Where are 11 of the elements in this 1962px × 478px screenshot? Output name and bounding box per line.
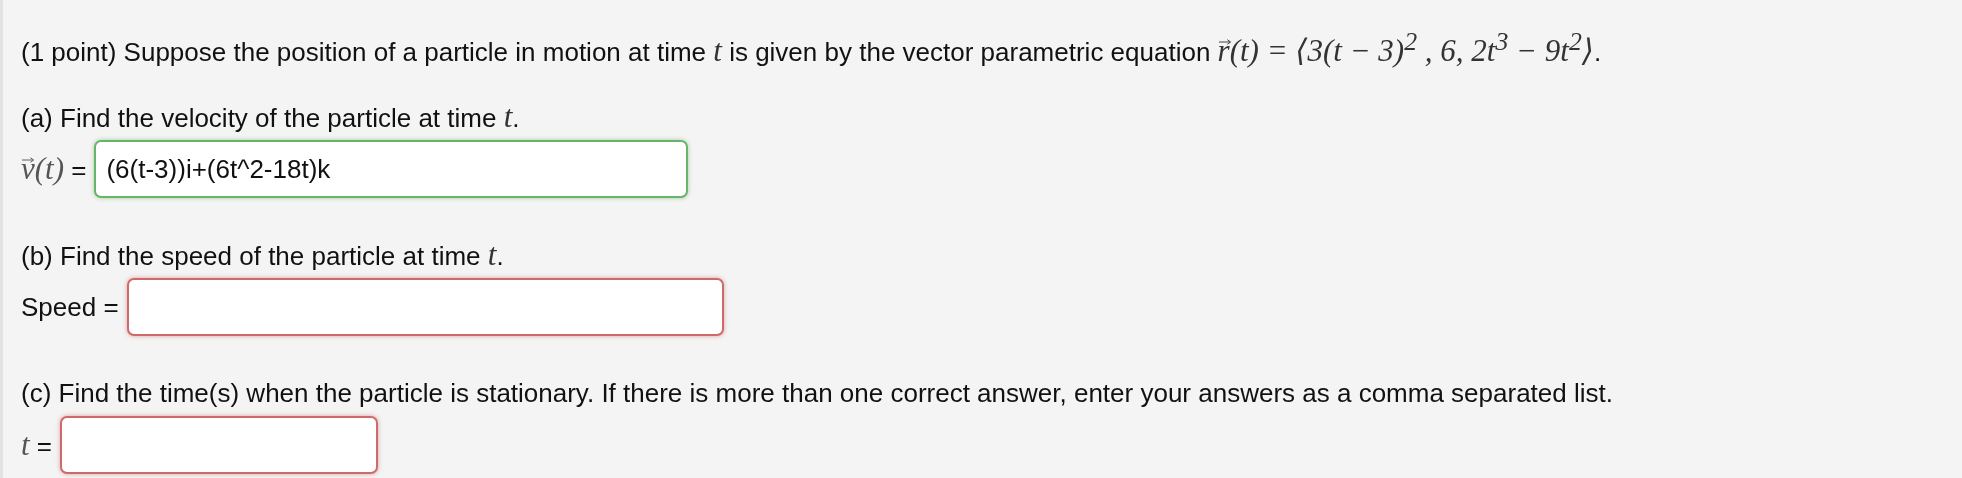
- question-prompt: (b) Find the speed of the particle at time t.: [21, 236, 505, 274]
- answer-field[interactable]: (6(t-3))i+(6t^2-18t)k: [94, 140, 689, 198]
- answer-label: Speed =: [21, 291, 119, 323]
- answer-field[interactable]: [126, 278, 724, 336]
- answer-label: v(t) =: [21, 151, 87, 187]
- vector-arrow-icon: [22, 157, 35, 163]
- answer-label: t =: [21, 427, 53, 463]
- problem-statement: (1 point) Suppose the position of a particle in motion at time t is given by the vector parametric equation r(t) = ⟨3(t − 3)$^{2}$ , 6, 2t$^{3}$ − 9t$^{2}$⟩.: [21, 26, 1603, 66]
- question-prompt: (a) Find the velocity of the particle at time t.: [21, 98, 521, 136]
- question-prompt: (c) Find the time(s) when the particle is stationary. If there is more than one correct answer, enter your answers as a comma separated list.: [21, 377, 1614, 410]
- answer-field[interactable]: [60, 416, 379, 474]
